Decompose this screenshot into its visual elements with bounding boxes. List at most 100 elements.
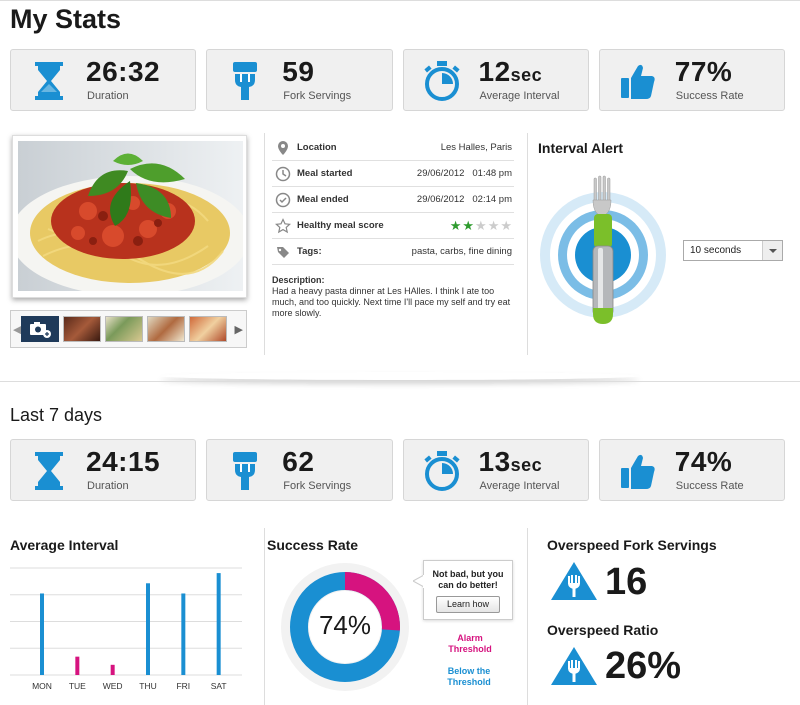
section-shadow <box>160 372 640 380</box>
bar-fri <box>181 593 186 675</box>
last-7-days-row: 24:15 Duration 62 Fork Servings 13sec Av… <box>10 439 785 501</box>
below-threshold-label: Below the Threshold <box>447 666 491 687</box>
star-filled-icon: ★ <box>462 217 475 233</box>
chevron-down-icon[interactable] <box>762 241 782 260</box>
interval-select-value: 10 seconds <box>690 245 742 256</box>
meal-photo[interactable] <box>12 135 247 298</box>
star-empty-icon: ★ <box>487 217 500 233</box>
location-row: Location Les Halles, Paris <box>272 135 514 161</box>
meal-started-value: 29/06/2012 01:48 pm <box>417 168 512 179</box>
stat-value: 26:32 <box>86 56 161 87</box>
meal-ended-time: 02:14 pm <box>472 194 512 205</box>
x-tick-label: THU <box>139 681 156 691</box>
photo-thumbnail[interactable] <box>63 316 101 342</box>
stat-value: 12sec <box>479 56 543 88</box>
bar-mon <box>40 593 44 675</box>
average-interval-title: Average Interval <box>10 537 119 553</box>
meal-info: Location Les Halles, Paris Meal started … <box>272 135 514 319</box>
top-divider <box>0 0 800 1</box>
feedback-text: Not bad, but you can do better! <box>432 569 504 590</box>
tags-label: Tags: <box>297 246 322 257</box>
photo-thumbnail[interactable] <box>105 316 143 342</box>
stopwatch-icon <box>423 61 460 101</box>
warning-fork-icon <box>551 647 597 685</box>
stat-card-duration: 24:15 Duration <box>10 439 197 501</box>
stat-label: Average Interval <box>479 90 560 102</box>
stat-value: 74% <box>674 446 733 477</box>
success-rate-title: Success Rate <box>267 537 359 553</box>
stat-label: Duration <box>87 480 129 492</box>
overspeed-ratio-value: 26% <box>605 645 682 687</box>
alarm-threshold-label: Alarm Threshold <box>448 633 492 654</box>
check-circle-icon <box>275 192 291 207</box>
success-rate-value: 74% <box>318 610 372 640</box>
stat-value: 13sec <box>479 446 543 478</box>
bar-tue <box>75 656 80 675</box>
hourglass-icon <box>35 62 63 100</box>
x-tick-label: FRI <box>176 681 190 691</box>
pasta-image <box>18 141 243 291</box>
overspeed-servings-title: Overspeed Fork Servings <box>547 537 717 553</box>
meal-started-label: Meal started <box>297 168 353 179</box>
my-stats-row: 26:32 Duration 59 Fork Servings 12sec Av… <box>10 49 785 111</box>
overspeed-ratio-title: Overspeed Ratio <box>547 622 659 638</box>
average-interval-chart: MONTUEWEDTHUFRISATSUN <box>10 567 242 691</box>
star-empty-icon: ★ <box>500 217 512 233</box>
stat-value: 62 <box>282 446 315 477</box>
stat-card-fork-servings: 62 Fork Servings <box>206 439 393 501</box>
x-tick-label: TUE <box>69 681 86 691</box>
hourglass-icon <box>35 452 63 490</box>
meal-ended-row: Meal ended 29/06/2012 02:14 pm <box>272 187 514 213</box>
bar-wed <box>110 664 115 675</box>
chevron-right-icon[interactable]: ▶ <box>235 323 243 336</box>
divider <box>527 133 528 355</box>
x-tick-label: SAT <box>211 681 227 691</box>
stat-value-unit: sec <box>510 455 543 475</box>
last-7-days-title: Last 7 days <box>10 405 103 425</box>
star-outline-icon <box>275 217 291 233</box>
page-title: My Stats <box>10 4 122 34</box>
location-pin-icon <box>278 140 288 155</box>
stat-label: Success Rate <box>675 90 744 102</box>
stat-value: 59 <box>282 56 315 87</box>
tags-value: pasta, carbs, fine dining <box>411 246 512 257</box>
learn-how-button[interactable]: Learn how <box>435 596 501 613</box>
photo-thumbnail[interactable] <box>147 316 185 342</box>
fork-alert-illustration <box>540 175 666 324</box>
add-photo-button[interactable] <box>21 316 59 342</box>
interval-select[interactable]: 10 seconds <box>683 240 783 261</box>
star-empty-icon: ★ <box>475 217 487 233</box>
meal-started-time: 01:48 pm <box>472 168 512 179</box>
fork-icon <box>233 62 258 100</box>
photo-thumbnail[interactable] <box>189 316 227 342</box>
meal-ended-date: 29/06/2012 <box>416 194 465 205</box>
stat-label: Duration <box>87 90 129 102</box>
thumbs-up-icon <box>620 64 655 99</box>
stat-value-number: 13 <box>478 446 511 477</box>
meal-ended-value: 29/06/2012 02:14 pm <box>417 194 512 205</box>
stat-label: Fork Servings <box>283 90 352 102</box>
camera-add-icon <box>30 322 51 338</box>
bubble-pointer <box>413 575 425 588</box>
meal-ended-label: Meal ended <box>297 194 349 205</box>
stat-value-number: 12 <box>478 56 511 87</box>
star-filled-icon: ★ <box>449 217 462 233</box>
warning-fork-icon <box>551 562 597 600</box>
interval-alert-title: Interval Alert <box>538 140 624 156</box>
divider <box>264 528 265 705</box>
photo-thumbnail-strip: ◀ ▶ <box>10 310 247 348</box>
stat-value: 77% <box>674 56 733 87</box>
meal-started-row: Meal started 29/06/2012 01:48 pm <box>272 161 514 187</box>
stat-card-average-interval: 13sec Average Interval <box>402 439 589 501</box>
stat-label: Success Rate <box>675 480 744 492</box>
bar-thu <box>146 583 150 675</box>
healthy-score-label: Healthy meal score <box>297 220 384 231</box>
description-text: Had a heavy pasta dinner at Les HAlles. … <box>272 286 511 318</box>
stopwatch-icon <box>423 451 460 491</box>
description: Description: Had a heavy pasta dinner at… <box>272 275 514 319</box>
star-rating: ★★★★★ <box>449 218 512 234</box>
healthy-score-row: Healthy meal score ★★★★★ <box>272 213 514 239</box>
meal-started-date: 29/06/2012 <box>416 168 465 179</box>
stat-card-fork-servings: 59 Fork Servings <box>206 49 393 111</box>
bar-sat <box>216 573 221 675</box>
